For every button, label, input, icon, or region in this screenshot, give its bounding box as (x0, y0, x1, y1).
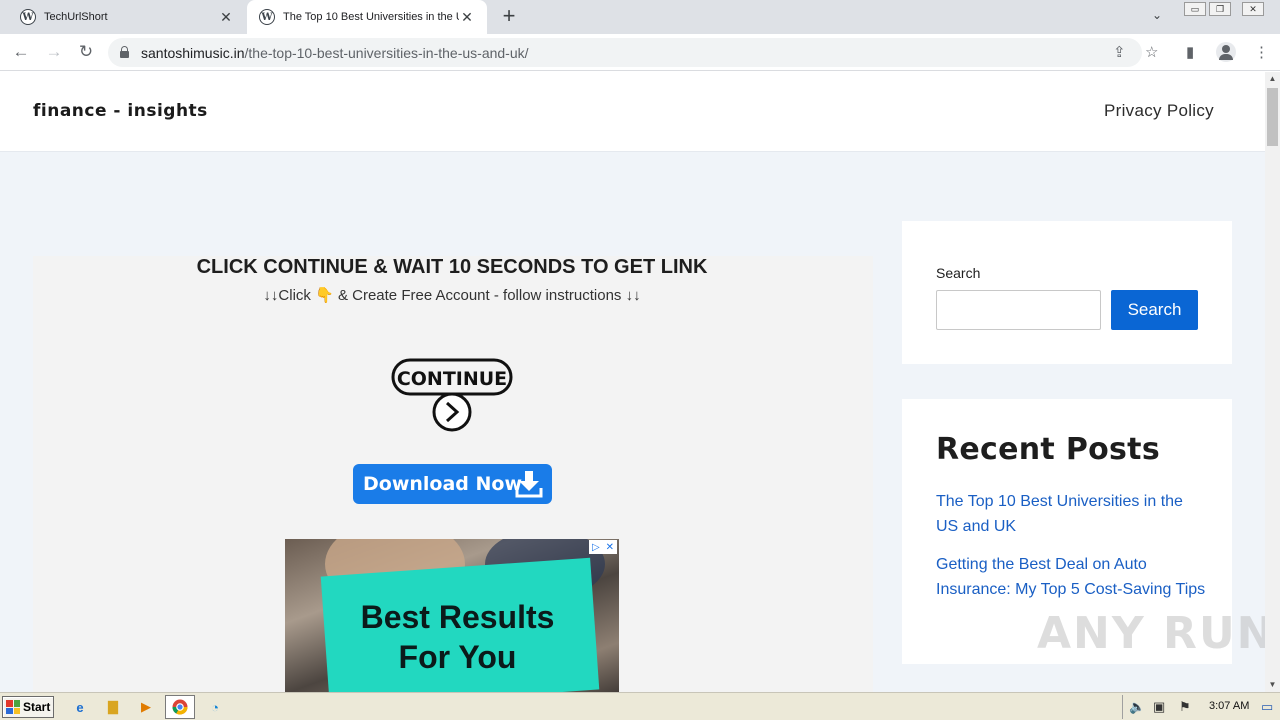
url-host: santoshimusic.in (141, 45, 245, 61)
browser-toolbar: ← → ↻ santoshimusic.in/the-top-10-best-u… (0, 34, 1280, 71)
continue-label: CONTINUE (397, 368, 507, 390)
ad-choices[interactable]: ▷ ✕ (589, 540, 617, 554)
main-content: CLICK CONTINUE & WAIT 10 SECONDS TO GET … (33, 256, 873, 692)
recent-post-link[interactable]: Getting the Best Deal on Auto Insurance:… (936, 552, 1206, 602)
tab-techurlshort[interactable]: W TechUrlShort ✕ (8, 0, 246, 34)
internet-explorer-icon[interactable]: e (70, 697, 90, 717)
tab-universities[interactable]: W The Top 10 Best Universities in the U … (247, 0, 487, 34)
page-viewport: finance - insights Privacy Policy CLICK … (0, 72, 1280, 692)
show-desktop-icon[interactable]: ▭ (1261, 699, 1273, 715)
network-icon[interactable]: ▣ (1153, 699, 1165, 715)
scroll-down-arrow-icon[interactable]: ▼ (1265, 678, 1280, 692)
start-button[interactable]: Start (2, 696, 54, 718)
download-icon (515, 471, 543, 498)
continue-badge-icon: CONTINUE (391, 358, 513, 432)
download-label: Download Now (363, 473, 523, 495)
back-arrow-icon[interactable]: ← (10, 42, 32, 64)
cta-heading: CLICK CONTINUE & WAIT 10 SECONDS TO GET … (196, 256, 708, 278)
edge-icon[interactable]: ◔ (205, 697, 225, 717)
reload-icon[interactable]: ↻ (75, 42, 97, 64)
side-panel-icon[interactable]: ▮ (1186, 43, 1194, 61)
new-tab-button[interactable]: + (499, 5, 519, 28)
tab-title: TechUrlShort (44, 11, 108, 23)
minimize-window-button[interactable]: ▭ (1184, 2, 1206, 16)
recent-posts-title: Recent Posts (936, 432, 1160, 467)
chrome-icon (172, 699, 188, 715)
browser-tab-strip: W TechUrlShort ✕ W The Top 10 Best Unive… (0, 0, 1280, 34)
profile-avatar-icon[interactable] (1216, 42, 1236, 62)
pointing-hand-icon: 👇 (315, 287, 334, 304)
windows-taskbar: Start e ▇ ▶ ◔ 🔈 ▣ ⚑ 3:07 AM ▭ (0, 692, 1280, 720)
url-path: /the-top-10-best-universities-in-the-us-… (244, 45, 529, 61)
clock[interactable]: 3:07 AM (1209, 700, 1249, 712)
menu-kebab-icon[interactable]: ⋮ (1254, 43, 1269, 61)
scroll-thumb[interactable] (1267, 88, 1278, 146)
search-widget: Search Search (902, 221, 1232, 364)
search-label: Search (936, 265, 981, 281)
adchoices-icon[interactable]: ▷ (592, 542, 600, 553)
search-input[interactable] (936, 290, 1101, 330)
volume-icon[interactable]: 🔈 (1129, 699, 1145, 715)
search-button[interactable]: Search (1111, 290, 1198, 330)
recent-post-link[interactable]: The Top 10 Best Universities in the US a… (936, 489, 1206, 539)
cta-sub-suffix: & Create Free Account - follow instructi… (337, 287, 641, 304)
page-scrollbar[interactable]: ▲ ▼ (1265, 72, 1280, 692)
folder-icon[interactable]: ▇ (103, 697, 123, 717)
close-ad-icon[interactable]: ✕ (606, 542, 614, 553)
advertisement-banner[interactable]: Best Results For You ▷ ✕ (285, 539, 619, 692)
tab-title: The Top 10 Best Universities in the U (283, 11, 459, 23)
tab-search-chevron-icon[interactable]: ⌄ (1152, 8, 1162, 22)
anyrun-watermark: ANY RUN (1037, 608, 1276, 659)
windows-flag-icon (6, 700, 20, 714)
site-header: finance - insights Privacy Policy (0, 72, 1265, 152)
chrome-taskbar-button[interactable] (165, 695, 195, 719)
ad-headline: Best Results For You (335, 597, 580, 677)
wordpress-icon: W (259, 9, 275, 25)
cta-sub-prefix: ↓↓Click (263, 287, 311, 304)
ad-headline-line1: Best Results (360, 599, 555, 635)
download-now-button[interactable]: Download Now (353, 464, 552, 504)
restore-window-button[interactable]: ❐ (1209, 2, 1231, 16)
scroll-up-arrow-icon[interactable]: ▲ (1265, 72, 1280, 86)
nav-privacy-policy-link[interactable]: Privacy Policy (1104, 101, 1214, 121)
site-title[interactable]: finance - insights (33, 101, 208, 121)
close-window-button[interactable]: ✕ (1242, 2, 1264, 16)
address-bar[interactable]: santoshimusic.in/the-top-10-best-univers… (108, 38, 1158, 67)
action-center-flag-icon[interactable]: ⚑ (1179, 699, 1191, 715)
close-tab-icon[interactable]: ✕ (459, 9, 475, 26)
lock-icon[interactable] (120, 46, 129, 58)
ad-headline-line2: For You (398, 639, 517, 675)
continue-button[interactable]: CONTINUE (391, 356, 515, 432)
close-tab-icon[interactable]: ✕ (218, 9, 234, 26)
cta-instructions: ↓↓Click 👇 & Create Free Account - follow… (33, 286, 871, 304)
bookmark-star-icon[interactable]: ☆ (1145, 43, 1158, 61)
wordpress-icon: W (20, 9, 36, 25)
share-icon[interactable]: ⇪ (1113, 43, 1126, 61)
system-tray: 🔈 ▣ ⚑ 3:07 AM ▭ (1122, 695, 1280, 719)
url-text[interactable]: santoshimusic.in/the-top-10-best-univers… (141, 45, 529, 61)
start-label: Start (23, 700, 51, 714)
media-player-icon[interactable]: ▶ (136, 697, 156, 717)
forward-arrow-icon[interactable]: → (43, 42, 65, 64)
